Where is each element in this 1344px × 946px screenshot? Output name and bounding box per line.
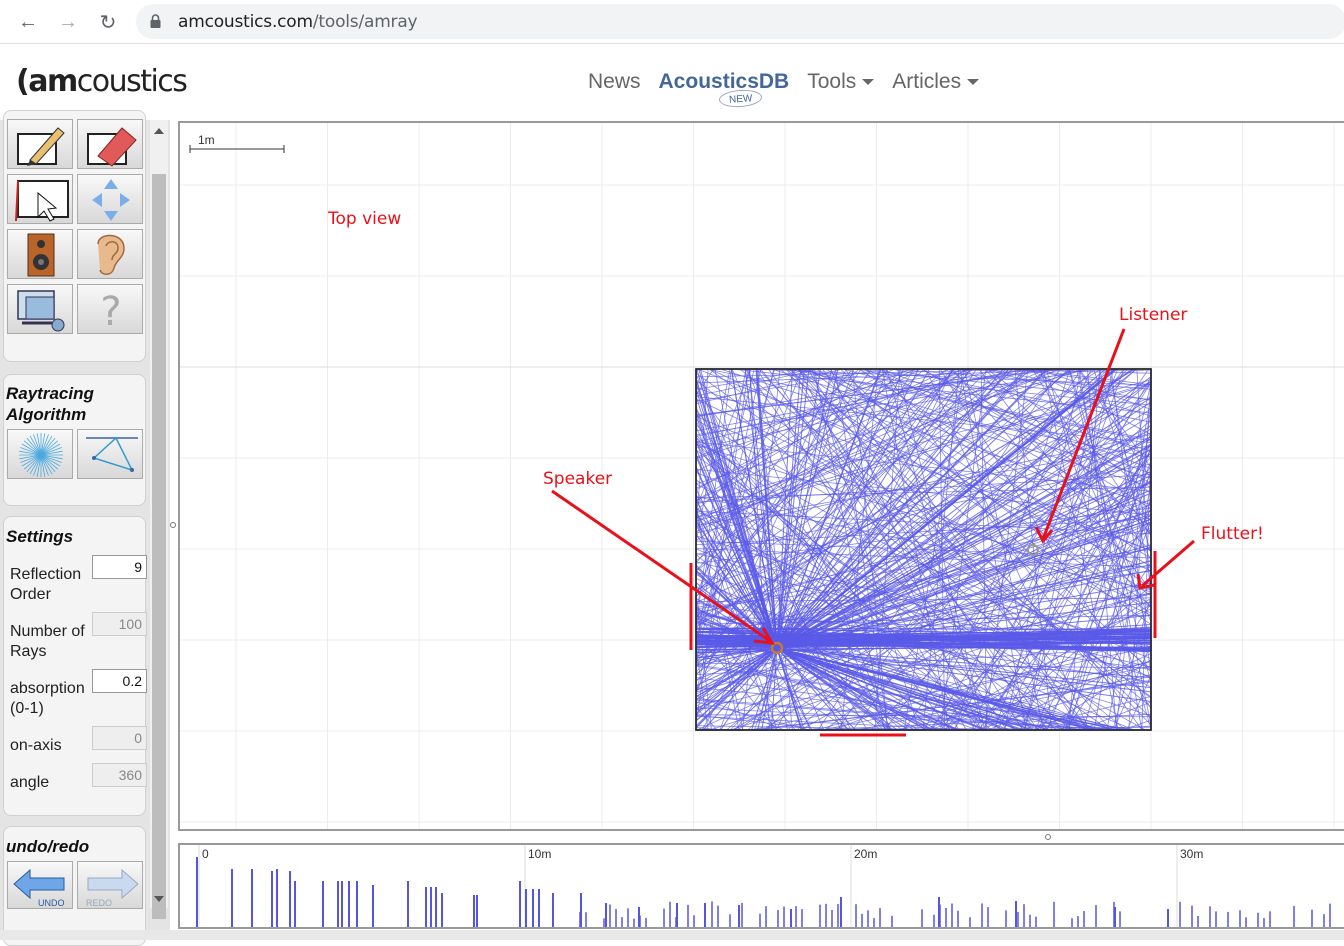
- tools-card: ?: [3, 110, 146, 362]
- reflection-order-input[interactable]: [92, 555, 147, 579]
- panel-splitter-handle[interactable]: [170, 522, 176, 528]
- speaker-label: Speaker: [543, 469, 613, 489]
- nav-tools[interactable]: Tools: [807, 70, 875, 94]
- help-button[interactable]: ?: [77, 284, 143, 335]
- top-view-label: Top view: [328, 209, 402, 229]
- scroll-down-icon[interactable]: [154, 896, 164, 902]
- site-logo[interactable]: (amcoustics: [16, 64, 188, 99]
- draw-wall-button[interactable]: [7, 119, 73, 169]
- settings-title: Settings: [6, 527, 74, 546]
- lock-icon: [150, 14, 161, 28]
- on-axis-label: on-axis: [10, 737, 62, 754]
- tool-panel: ? Raytracing Algorithm Settings Reflecti…: [0, 110, 170, 946]
- settings-screen-icon: [17, 290, 65, 332]
- echogram-tick-10m: 10m: [528, 847, 552, 861]
- echogram-tick-0: 0: [202, 847, 209, 861]
- nav-articles[interactable]: Articles: [892, 70, 980, 94]
- echogram-tick-20m: 20m: [854, 847, 878, 861]
- number-of-rays-input: [92, 612, 147, 636]
- raytracing-card: Raytracing Algorithm: [3, 374, 146, 506]
- listener-button[interactable]: [77, 229, 143, 279]
- listener-label: Listener: [1119, 305, 1188, 325]
- scroll-up-icon[interactable]: [154, 128, 164, 134]
- reflection-order-label: Reflection Order: [10, 566, 82, 603]
- browser-toolbar: ← → ↻ amcoustics.com/tools/amray: [0, 0, 1344, 44]
- angle-label: angle: [10, 774, 50, 791]
- number-of-rays-label: Number of Rays: [10, 623, 85, 660]
- site-header: (amcoustics News AcousticsDB NEW Tools Ar…: [0, 44, 1344, 120]
- raytracing-title: Raytracing Algorithm: [6, 384, 94, 424]
- reflection-path-icon: [86, 436, 138, 472]
- forward-icon[interactable]: →: [54, 8, 82, 36]
- undo-button[interactable]: UNDO: [7, 861, 73, 909]
- on-axis-input: [92, 726, 147, 750]
- settings-card: Settings Reflection Order Number of Rays…: [3, 516, 147, 816]
- nav-news[interactable]: News: [588, 70, 641, 94]
- draw-wall-icon: [17, 127, 65, 166]
- url-text: amcoustics.com/tools/amray: [178, 12, 418, 32]
- main-nav: News AcousticsDB NEW Tools Articles: [588, 70, 997, 109]
- help-icon: ?: [100, 289, 121, 335]
- scroll-thumb[interactable]: [152, 174, 166, 919]
- ray-burst-icon: [19, 433, 63, 477]
- reload-icon[interactable]: ↻: [94, 8, 122, 36]
- undo-card: undo/redo UNDO REDO: [3, 826, 146, 946]
- redo-button[interactable]: REDO: [77, 861, 143, 909]
- config-button[interactable]: [7, 284, 73, 334]
- speaker-icon: [27, 233, 55, 277]
- splitter-handle[interactable]: [1045, 834, 1051, 840]
- absorption-input[interactable]: [92, 669, 147, 693]
- raytrace-mode-button[interactable]: [7, 429, 73, 479]
- panel-scrollbar[interactable]: [150, 120, 168, 919]
- nav-acousticsdb[interactable]: AcousticsDB NEW: [659, 70, 789, 109]
- address-bar[interactable]: amcoustics.com/tools/amray: [136, 4, 1344, 39]
- speaker-button[interactable]: [7, 229, 73, 279]
- flutter-label: Flutter!: [1201, 524, 1264, 544]
- undo-title: undo/redo: [6, 837, 90, 856]
- eraser-button[interactable]: [77, 119, 143, 169]
- image-source-mode-button[interactable]: [77, 429, 143, 479]
- move-button[interactable]: [77, 174, 143, 224]
- echogram-tick-30m: 30m: [1180, 847, 1204, 861]
- undo-label: UNDO: [38, 898, 65, 908]
- move-icon: [92, 179, 130, 221]
- redo-label: REDO: [86, 898, 113, 908]
- eraser-icon: [87, 127, 137, 167]
- absorption-label: absorption (0-1): [10, 680, 85, 717]
- angle-input: [92, 763, 147, 787]
- select-icon: [15, 180, 69, 222]
- scale-label: 1m: [198, 133, 215, 147]
- back-icon[interactable]: ←: [14, 8, 42, 36]
- select-button[interactable]: [7, 174, 73, 224]
- chevron-down-icon: [862, 79, 875, 86]
- echogram-plot: [196, 845, 1331, 927]
- svg-text:?: ?: [100, 289, 121, 335]
- chevron-down-icon: [967, 79, 980, 86]
- ear-icon: [97, 234, 125, 275]
- bottom-strip: [0, 930, 1344, 940]
- echogram: 0 10m 20m 30m: [178, 843, 1344, 929]
- room-canvas[interactable]: 1m Top view Listener Speaker Flutter!: [178, 121, 1344, 831]
